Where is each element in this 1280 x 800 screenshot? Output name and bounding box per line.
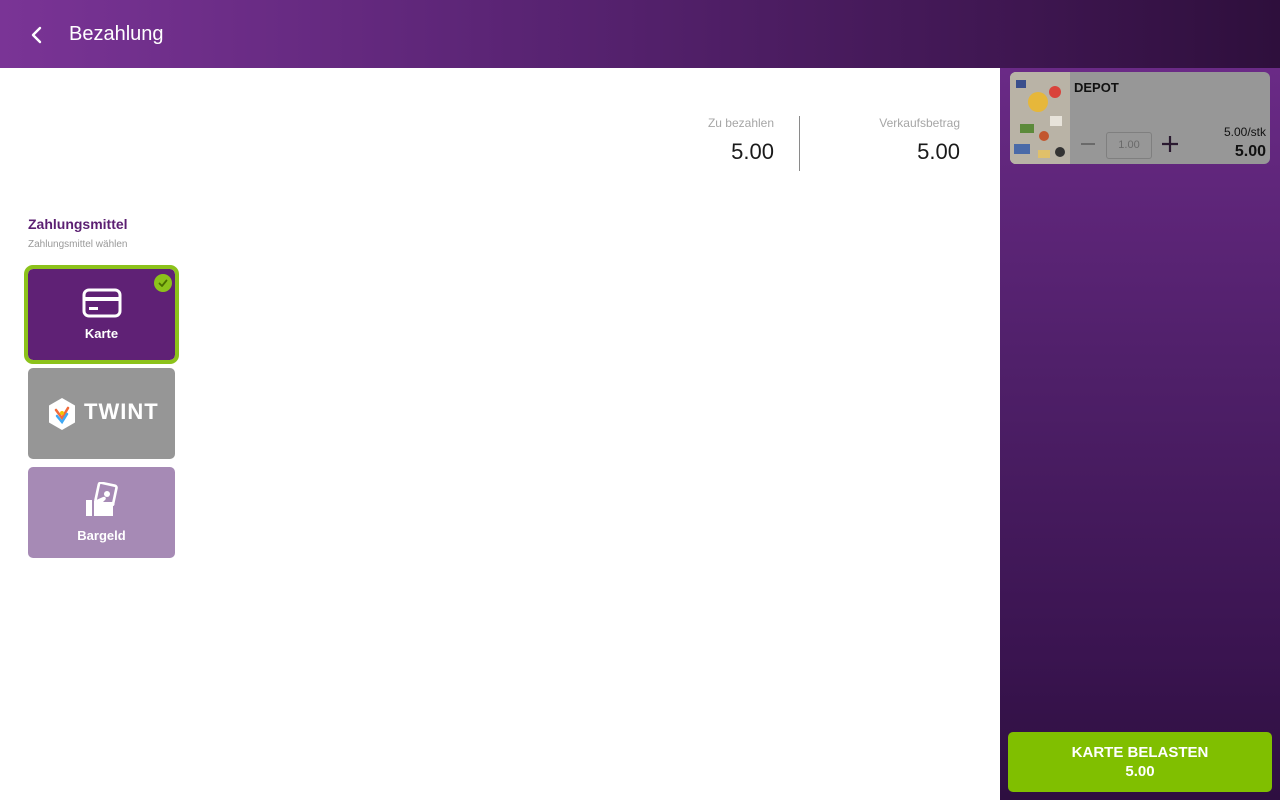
selected-check-icon (154, 274, 172, 292)
quantity-decrease-button[interactable] (1078, 134, 1098, 154)
payment-method-card[interactable]: Karte (24, 265, 179, 364)
cart-item[interactable]: DEPOT 1.00 5.00/stk 5.00 (1010, 72, 1270, 164)
payment-method-label: Karte (84, 326, 119, 341)
sale-amount-value: 5.00 (917, 139, 960, 164)
payment-method-cash[interactable]: Bargeld (28, 467, 175, 558)
cart-item-unit-price: 5.00/stk (1223, 125, 1266, 139)
back-button[interactable] (22, 20, 52, 50)
sale-amount-block: Verkaufsbetrag 5.00 (800, 116, 960, 171)
cart-item-name: DEPOT (1074, 80, 1119, 95)
charge-button-amount: 5.00 (1125, 763, 1155, 780)
payment-method-label: Bargeld (77, 528, 126, 543)
to-pay-label: Zu bezahlen (707, 116, 774, 130)
payment-methods-title: Zahlungsmittel (28, 216, 128, 232)
minus-icon (1081, 143, 1095, 145)
page-title: Bezahlung (69, 23, 164, 45)
sale-amount-label: Verkaufsbetrag (879, 116, 960, 130)
to-pay-value: 5.00 (731, 139, 774, 164)
charge-card-button[interactable]: KARTE BELASTEN 5.00 (1008, 732, 1272, 792)
cash-icon (85, 482, 118, 516)
app-header: Bezahlung (0, 0, 1280, 68)
payment-method-twint[interactable]: TWINT (28, 368, 175, 459)
product-thumbnail (1010, 72, 1070, 164)
cart-item-total: 5.00 (1234, 143, 1266, 160)
chevron-left-icon (31, 26, 42, 44)
payment-methods-subtitle: Zahlungsmittel wählen (28, 239, 128, 250)
charge-button-label: KARTE BELASTEN (1071, 744, 1209, 761)
plus-icon (1162, 136, 1178, 152)
cart-sidebar: DEPOT 1.00 5.00/stk 5.00 (1000, 68, 1280, 800)
to-pay-block: Zu bezahlen 5.00 (640, 116, 800, 171)
quantity-input[interactable]: 1.00 (1106, 132, 1152, 159)
payment-method-label: TWINT (84, 399, 159, 424)
credit-card-icon (82, 288, 121, 318)
payment-panel: Zu bezahlen 5.00 Verkaufsbetrag 5.00 Zah… (0, 68, 1000, 800)
amount-summary: Zu bezahlen 5.00 Verkaufsbetrag 5.00 (640, 116, 960, 171)
quantity-increase-button[interactable] (1160, 134, 1180, 154)
